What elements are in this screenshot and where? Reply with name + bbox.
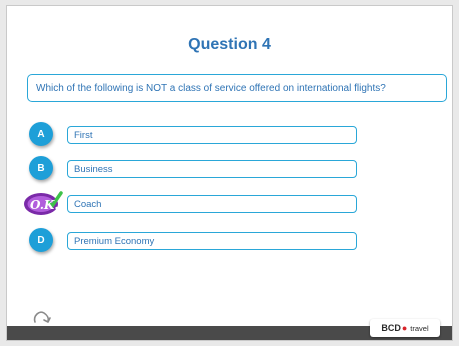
logo-dot-icon: ● — [401, 323, 408, 333]
option-d[interactable]: D Premium Economy — [27, 228, 367, 254]
logo-suffix: travel — [410, 323, 429, 333]
option-b-label: Business — [74, 163, 113, 175]
option-d-box[interactable]: Premium Economy — [67, 232, 357, 250]
question-box: Which of the following is NOT a class of… — [27, 74, 447, 102]
option-c-box[interactable]: Coach — [67, 195, 357, 213]
logo-brand: BCD — [381, 323, 401, 333]
quiz-slide: Question 4 Which of the following is NOT… — [6, 5, 453, 341]
option-a[interactable]: A First — [27, 122, 367, 148]
replay-icon[interactable] — [31, 308, 53, 326]
question-text: Which of the following is NOT a class of… — [36, 82, 386, 94]
option-d-label: Premium Economy — [74, 235, 155, 247]
option-b[interactable]: B Business — [27, 156, 367, 182]
option-a-box[interactable]: First — [67, 126, 357, 144]
ok-badge-text: O.K. — [30, 198, 59, 212]
option-a-label: First — [74, 129, 93, 141]
ok-badge-icon: O.K. — [24, 191, 63, 215]
option-b-box[interactable]: Business — [67, 160, 357, 178]
option-a-circle[interactable]: A — [29, 122, 53, 146]
option-c-label: Coach — [74, 198, 102, 210]
question-title: Question 4 — [188, 36, 271, 53]
option-b-circle[interactable]: B — [29, 156, 53, 180]
bcd-travel-logo: BCD ● travel — [370, 319, 440, 337]
option-c[interactable]: O.K. Coach — [24, 191, 367, 217]
option-d-circle[interactable]: D — [29, 228, 53, 252]
